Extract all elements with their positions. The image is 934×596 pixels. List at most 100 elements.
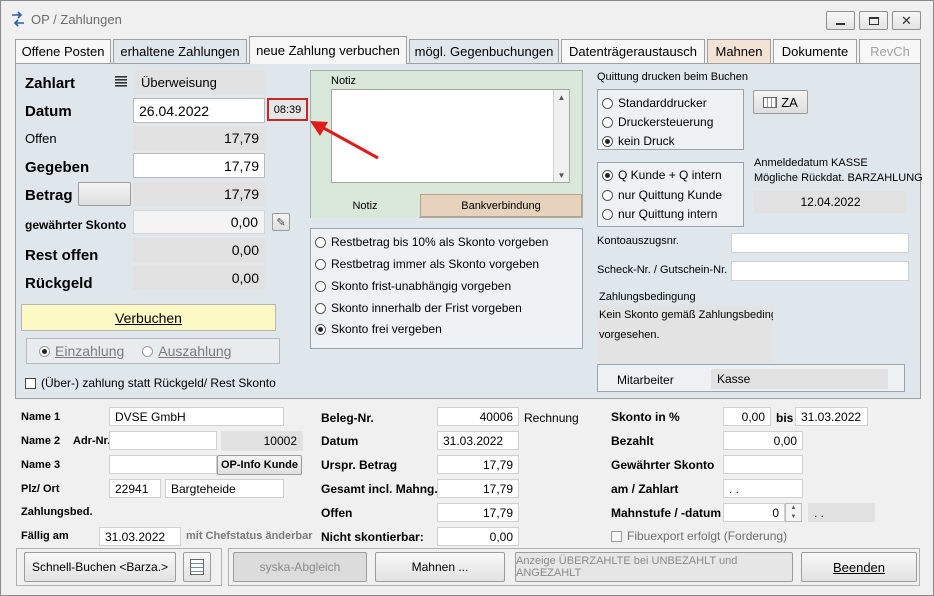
gewaehrter-skonto-label: Gewährter Skonto (611, 458, 715, 472)
gewaehrter-skonto-field (723, 455, 803, 474)
anzeige-button[interactable]: Anzeige ÜBERZAHLTE bei UNBEZAHLT und ANG… (515, 552, 793, 582)
name3-field[interactable] (109, 455, 217, 474)
fibu-checkbox-box (611, 530, 622, 542)
bezahlt-label: Bezahlt (611, 434, 654, 448)
tab-neue-zahlung-verbuchen[interactable]: neue Zahlung verbuchen (249, 36, 407, 64)
notiz-subtab[interactable]: Notiz (311, 194, 419, 218)
skonto-option-4[interactable]: Skonto frei vergeben (315, 322, 442, 336)
zahlart-label: Zahlart (25, 75, 76, 92)
scroll-up-icon[interactable]: ▲ (554, 90, 569, 104)
tab-dokumente[interactable]: Dokumente (773, 39, 857, 63)
details-panel (15, 405, 921, 545)
quittung-option-kunde[interactable]: nur Quittung Kunde (602, 188, 722, 202)
quittung-option-beide[interactable]: Q Kunde + Q intern (602, 168, 722, 182)
red-arrow-icon (310, 121, 379, 160)
mahnen-button[interactable]: Mahnen ... (375, 552, 505, 582)
einzahlung-radio[interactable]: Einzahlung (39, 343, 124, 359)
tab-datentraegeraustausch[interactable]: Datenträgeraustausch (561, 39, 705, 63)
checkbox-box (25, 377, 36, 389)
beleg-field: 40006 (437, 407, 519, 426)
beleg-type: Rechnung (524, 411, 579, 425)
datum-label: Datum (25, 103, 72, 120)
ein-auszahlung-group: Einzahlung Auszahlung (26, 338, 280, 364)
minimize-button[interactable] (826, 11, 855, 30)
mahnstufe-spinner[interactable]: ▲ ▼ (785, 503, 802, 522)
ueberzahlung-checkbox[interactable]: (Über-) zahlung statt Rückgeld/ Rest Sko… (25, 376, 276, 390)
time-field[interactable]: 08:39 (267, 98, 308, 121)
adr-field: 10002 (221, 431, 303, 451)
name1-field[interactable]: DVSE GmbH (109, 407, 284, 426)
druck-option-kein[interactable]: kein Druck (602, 134, 675, 148)
schnell-buchen-list-button[interactable] (183, 552, 211, 582)
minimize-icon (836, 22, 845, 25)
beenden-button[interactable]: Beenden (801, 552, 917, 582)
zahlungsbedingung-label: Zahlungsbedingung (599, 291, 696, 303)
datum-input[interactable]: 26.04.2022 (133, 98, 265, 123)
name1-label: Name 1 (21, 411, 61, 423)
gesamt-field: 17,79 (437, 479, 519, 498)
skonto-label: gewährter Skonto (25, 218, 127, 232)
scheck-label: Scheck-Nr. / Gutschein-Nr. (597, 264, 728, 276)
zahlart-field[interactable]: Überweisung (135, 70, 265, 94)
name2-label: Name 2 (21, 435, 61, 447)
radio-3 (315, 302, 326, 314)
zb-text1: Kein Skonto gemäß Zahlungsbeding (599, 309, 773, 321)
maximize-button[interactable] (859, 11, 888, 30)
betrag-button[interactable] (78, 182, 131, 206)
scheck-input[interactable] (731, 261, 909, 281)
tab-erhaltene-zahlungen[interactable]: erhaltene Zahlungen (113, 39, 247, 63)
skonto-option-1[interactable]: Restbetrag immer als Skonto vorgeben (315, 257, 539, 271)
bezahlt-field: 0,00 (723, 431, 803, 450)
spin-down-icon[interactable]: ▼ (786, 513, 801, 522)
op-info-button[interactable]: OP-Info Kunde (217, 455, 302, 475)
list-icon[interactable] (114, 75, 128, 87)
radio-1 (315, 258, 326, 270)
rest-value: 0,00 (133, 238, 265, 262)
plz-field[interactable]: 22941 (109, 479, 161, 498)
skonto-input[interactable]: 0,00 (133, 210, 265, 234)
offen-value: 17,79 (133, 126, 265, 150)
notiz-scrollbar[interactable]: ▲ ▼ (553, 90, 569, 182)
faellig-field[interactable]: 31.03.2022 (99, 527, 181, 546)
name2-field[interactable] (109, 431, 217, 450)
skonto-option-2[interactable]: Skonto frist-unabhängig vorgeben (315, 279, 511, 293)
plz-label: Plz/ Ort (21, 483, 60, 495)
verbuchen-button[interactable]: Verbuchen (21, 304, 276, 331)
mahnstufe-field[interactable]: 0 (723, 503, 785, 522)
skonto-prozent-field: 0,00 (723, 407, 771, 426)
tab-offene-posten[interactable]: Offene Posten (15, 39, 111, 63)
tab-revch[interactable]: RevCh (859, 39, 921, 63)
bis-label: bis (776, 411, 794, 425)
beleg-datum-label: Datum (321, 434, 359, 448)
schnell-buchen-button[interactable]: Schnell-Buchen <Barza.> (24, 552, 176, 582)
anmelde-line2: Mögliche Rückdat. BARZAHLUNG (754, 172, 923, 184)
close-button[interactable]: ✕ (892, 11, 921, 30)
skonto-option-3[interactable]: Skonto innerhalb der Frist vorgeben (315, 301, 522, 315)
druck-option-standard[interactable]: Standarddrucker (602, 96, 707, 110)
anmelde-line1: Anmeldedatum KASSE (754, 157, 868, 169)
close-icon: ✕ (901, 13, 912, 28)
bankverbindung-subtab[interactable]: Bankverbindung (420, 194, 582, 217)
konto-input[interactable] (731, 233, 909, 253)
scroll-down-icon[interactable]: ▼ (554, 168, 569, 182)
skonto-option-0[interactable]: Restbetrag bis 10% als Skonto vorgeben (315, 235, 548, 249)
spin-up-icon[interactable]: ▲ (786, 504, 801, 513)
za-button[interactable]: ZA (753, 90, 808, 114)
fibuexport-checkbox[interactable]: Fibuexport erfolgt (Forderung) (611, 529, 787, 543)
tab-mahnen[interactable]: Mahnen (707, 39, 771, 63)
faellig-label: Fällig am (21, 530, 69, 542)
ort-field[interactable]: Bargteheide (165, 479, 284, 498)
offen-detail-field: 17,79 (437, 503, 519, 522)
gegeben-input[interactable]: 17,79 (133, 153, 265, 178)
skonto-edit-button[interactable]: ✎ (272, 213, 290, 231)
window-title: OP / Zahlungen (31, 12, 122, 27)
name3-label: Name 3 (21, 459, 61, 471)
chefstatus-label: mit Chefstatus änderbar (186, 530, 313, 542)
quittung-option-intern[interactable]: nur Quittung intern (602, 207, 717, 221)
konto-label: Kontoauszugsnr. (597, 235, 679, 247)
auszahlung-radio[interactable]: Auszahlung (142, 343, 231, 359)
druck-option-steuerung[interactable]: Druckersteuerung (602, 115, 713, 129)
offen-detail-label: Offen (321, 506, 353, 520)
tab-gegenbuchungen[interactable]: mögl. Gegenbuchungen (409, 39, 559, 63)
syska-abgleich-button[interactable]: syska-Abgleich (233, 552, 367, 582)
